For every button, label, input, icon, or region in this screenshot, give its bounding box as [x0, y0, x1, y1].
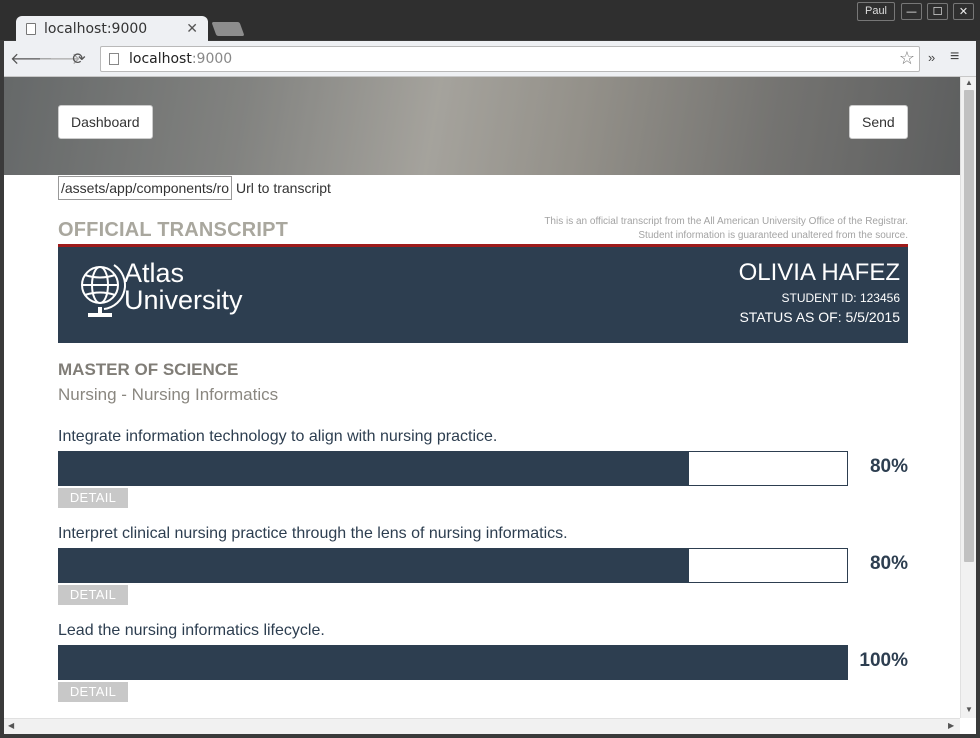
url-host: localhost	[129, 51, 192, 67]
dashboard-button[interactable]: Dashboard	[58, 105, 153, 139]
university-name: Atlas University	[124, 260, 243, 314]
address-bar[interactable]: localhost:9000 ☆	[100, 46, 920, 72]
student-id: STUDENT ID: 123456	[781, 291, 901, 305]
disclaimer-line: Student information is guaranteed unalte…	[638, 230, 908, 241]
outcome-item: Integrate information technology to alig…	[58, 428, 908, 508]
bookmark-star-icon[interactable]: ☆	[899, 48, 915, 69]
percent-label: 80%	[869, 553, 908, 574]
extensions-overflow-icon[interactable]: »	[928, 50, 935, 65]
progress-fill	[59, 549, 690, 582]
browser-window: localhost:9000 ✕ Paul — ☐ ✕ 🡐 🡒 ⟳ localh…	[0, 0, 980, 738]
transcript-heading: OFFICIAL TRANSCRIPT	[58, 219, 289, 241]
scroll-up-icon[interactable]: ▲	[965, 78, 973, 87]
transcript-url-label: Url to transcript	[236, 180, 331, 196]
degree-title: MASTER OF SCIENCE	[58, 360, 239, 379]
transcript-url-input[interactable]	[58, 176, 232, 200]
profile-button[interactable]: Paul	[857, 2, 895, 21]
minimize-button[interactable]: —	[901, 3, 922, 20]
horizontal-scrollbar[interactable]: ◀ ▶	[4, 718, 960, 734]
percent-label: 100%	[859, 650, 908, 671]
close-window-button[interactable]: ✕	[953, 3, 974, 20]
university-name-line: University	[124, 285, 243, 315]
browser-tab[interactable]: localhost:9000 ✕	[16, 16, 208, 42]
forward-icon[interactable]: 🡒	[38, 48, 81, 70]
new-tab-button[interactable]	[211, 22, 245, 36]
tab-title: localhost:9000	[44, 21, 148, 37]
progress-bar	[58, 548, 848, 583]
student-name: OLIVIA HAFEZ	[738, 259, 900, 286]
outcome-item: Lead the nursing informatics lifecycle. …	[58, 622, 908, 702]
progress-fill	[59, 452, 690, 485]
scroll-left-icon[interactable]: ◀	[8, 721, 14, 730]
detail-button[interactable]: DETAIL	[58, 488, 128, 508]
percent-label: 80%	[869, 456, 908, 477]
progress-bar	[58, 451, 848, 486]
detail-button[interactable]: DETAIL	[58, 585, 128, 605]
vertical-scrollbar[interactable]: ▲ ▼	[960, 77, 976, 718]
status-date: STATUS AS OF: 5/5/2015	[739, 309, 900, 325]
program-name: Nursing - Nursing Informatics	[58, 385, 279, 404]
scroll-right-icon[interactable]: ▶	[948, 721, 954, 730]
hero-banner: Dashboard Send	[4, 77, 960, 175]
page-icon	[109, 53, 119, 65]
detail-button[interactable]: DETAIL	[58, 682, 128, 702]
student-banner: Atlas University OLIVIA HAFEZ STUDENT ID…	[58, 247, 908, 343]
registrar-disclaimer: This is an official transcript from the …	[488, 215, 908, 243]
reload-icon[interactable]: ⟳	[68, 48, 90, 70]
outcome-text: Interpret clinical nursing practice thro…	[58, 525, 568, 542]
outcome-text: Lead the nursing informatics lifecycle.	[58, 622, 325, 639]
send-button[interactable]: Send	[849, 105, 908, 139]
page-viewport: Dashboard Send Url to transcript OFFICIA…	[4, 77, 976, 734]
page-icon	[26, 23, 36, 35]
outcome-item: Interpret clinical nursing practice thro…	[58, 525, 908, 605]
globe-icon	[81, 264, 127, 317]
url-port: :9000	[191, 51, 233, 67]
menu-icon[interactable]: ≡	[950, 48, 959, 66]
progress-bar	[58, 645, 848, 680]
scrollbar-thumb[interactable]	[964, 90, 974, 562]
url-row: Url to transcript	[58, 176, 331, 200]
maximize-button[interactable]: ☐	[927, 3, 948, 20]
browser-toolbar: 🡐 🡒 ⟳ localhost:9000 ☆ » ≡	[4, 41, 976, 77]
title-bar: localhost:9000 ✕ Paul — ☐ ✕	[0, 0, 980, 42]
disclaimer-line: This is an official transcript from the …	[544, 216, 908, 227]
university-name-line: Atlas	[124, 258, 185, 288]
outcome-text: Integrate information technology to alig…	[58, 428, 498, 445]
progress-fill	[59, 646, 847, 679]
scroll-down-icon[interactable]: ▼	[965, 705, 973, 714]
back-icon[interactable]: 🡐	[10, 48, 53, 70]
tab-close-icon[interactable]: ✕	[186, 21, 198, 37]
